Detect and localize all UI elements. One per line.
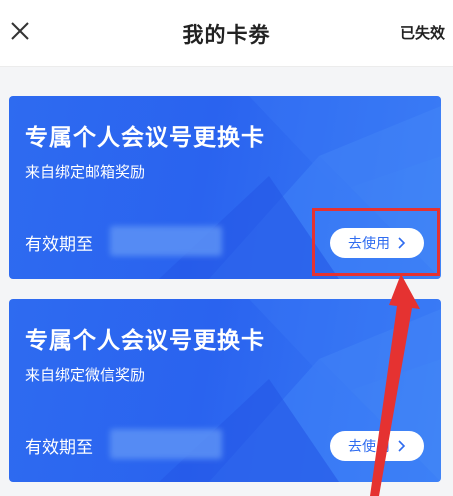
- validity-date-blurred: [110, 226, 222, 256]
- coupon-card: 专属个人会议号更换卡 来自绑定微信奖励 有效期至 去使用: [9, 299, 441, 482]
- card-source: 来自绑定微信奖励: [25, 366, 146, 384]
- card-title: 专属个人会议号更换卡: [25, 328, 265, 354]
- validity-date-blurred: [110, 429, 222, 459]
- use-button[interactable]: 去使用: [330, 431, 424, 461]
- chevron-right-icon: [398, 440, 406, 452]
- top-bar: 我的卡劵 已失效: [0, 0, 453, 67]
- use-button-label: 去使用: [348, 439, 390, 455]
- expired-tab[interactable]: 已失效: [400, 22, 445, 43]
- page-title: 我的卡劵: [182, 22, 271, 47]
- highlight-box: [312, 208, 440, 276]
- card-title: 专属个人会议号更换卡: [25, 125, 265, 151]
- validity-label: 有效期至: [25, 438, 93, 458]
- validity-label: 有效期至: [25, 235, 93, 255]
- card-source: 来自绑定邮箱奖励: [25, 163, 146, 181]
